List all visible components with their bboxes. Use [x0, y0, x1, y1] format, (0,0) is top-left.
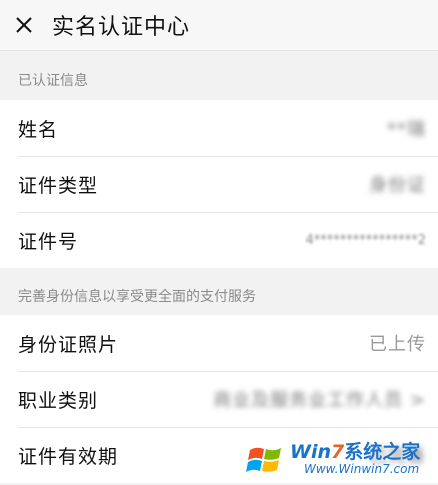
id-type-row: 证件类型 身份证	[0, 156, 438, 212]
id-validity-label: 证件有效期	[18, 445, 119, 468]
id-number-label: 证件号	[18, 230, 79, 253]
id-photo-row[interactable]: 身份证照片 已上传	[0, 315, 438, 371]
occupation-row[interactable]: 职业类别 商业及服务业工作人员 >	[0, 371, 438, 427]
id-photo-status: 已上传	[369, 334, 426, 355]
id-type-value: 身份证	[369, 175, 426, 196]
name-row: 姓名 **瑞	[0, 100, 438, 156]
watermark: Win7系统之家 Www.Winwin7.com	[246, 434, 438, 485]
occupation-value: 商业及服务业工作人员 >	[213, 390, 426, 411]
watermark-brand: Win7系统之家	[290, 441, 421, 464]
id-type-label: 证件类型	[18, 174, 99, 197]
close-icon[interactable]	[14, 15, 34, 35]
id-number-value: 4****************2	[305, 232, 426, 248]
windows-flag-icon	[246, 440, 286, 480]
name-label: 姓名	[18, 118, 59, 141]
verified-section-label: 已认证信息	[18, 73, 88, 89]
watermark-url: Www.Winwin7.com	[304, 462, 420, 477]
id-photo-label: 身份证照片	[18, 333, 119, 356]
occupation-label: 职业类别	[18, 389, 99, 412]
id-number-row: 证件号 4****************2	[0, 212, 438, 268]
header-bar: 实名认证中心	[0, 0, 438, 51]
page-title: 实名认证中心	[52, 15, 191, 40]
verified-info-group: 姓名 **瑞 证件类型 身份证 证件号 4****************2	[0, 100, 438, 268]
name-value: **瑞	[387, 119, 426, 140]
improve-section-label: 完善身份信息以享受更全面的支付服务	[18, 289, 256, 305]
watermark-text: Win7系统之家 Www.Winwin7.com	[290, 442, 420, 476]
